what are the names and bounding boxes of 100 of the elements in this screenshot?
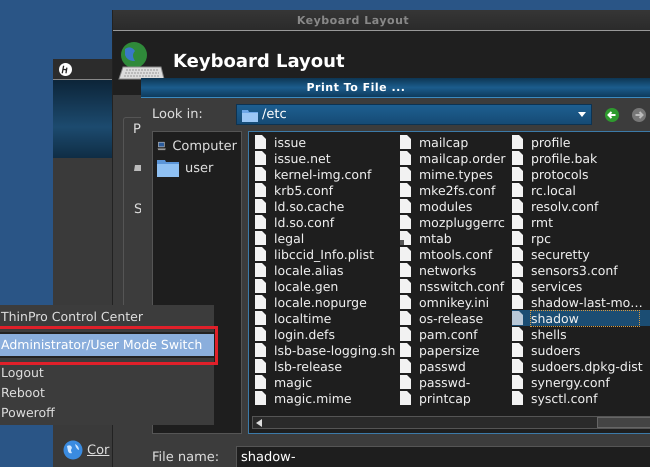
file-item[interactable]: papersize bbox=[400, 342, 512, 358]
file-icon bbox=[255, 327, 266, 341]
file-item[interactable]: magic bbox=[255, 374, 400, 390]
file-icon bbox=[255, 151, 266, 165]
file-item[interactable]: ld.so.cache bbox=[255, 198, 400, 214]
file-item[interactable]: os-release bbox=[400, 310, 512, 326]
file-item[interactable]: securetty bbox=[512, 246, 650, 262]
back-arrow-icon[interactable] bbox=[605, 108, 619, 122]
file-icon bbox=[255, 375, 266, 389]
file-item[interactable]: mozpluggerrc bbox=[400, 214, 512, 230]
file-item[interactable]: mtools.conf bbox=[400, 246, 512, 262]
file-item[interactable]: omnikey.ini bbox=[400, 294, 512, 310]
hp-logo-icon bbox=[59, 62, 72, 76]
file-item[interactable]: issue.net bbox=[255, 150, 400, 166]
file-icon bbox=[400, 359, 411, 373]
file-item[interactable]: profile.bak bbox=[512, 150, 650, 166]
file-item[interactable]: sensors3.conf bbox=[512, 262, 650, 278]
file-icon bbox=[255, 263, 266, 277]
file-item[interactable]: resolv.conf bbox=[512, 198, 650, 214]
file-item[interactable]: sudoers bbox=[512, 342, 650, 358]
file-icon bbox=[512, 279, 523, 293]
file-item[interactable]: synergy.conf bbox=[512, 374, 650, 390]
look-in-dropdown[interactable]: /etc bbox=[236, 104, 592, 125]
file-item[interactable]: krb5.conf bbox=[255, 182, 400, 198]
file-icon bbox=[400, 375, 411, 389]
file-item[interactable]: sysctl.conf bbox=[512, 390, 650, 406]
file-item[interactable]: libccid_Info.plist bbox=[255, 246, 400, 262]
file-item[interactable]: shells bbox=[512, 326, 650, 342]
file-item[interactable]: rc.local bbox=[512, 182, 650, 198]
file-item[interactable]: mailcap.order bbox=[400, 150, 512, 166]
file-icon bbox=[400, 263, 411, 277]
file-item[interactable]: mime.types bbox=[400, 166, 512, 182]
file-icon bbox=[400, 343, 411, 357]
file-item[interactable]: shadow-last-mo… bbox=[512, 294, 650, 310]
file-item[interactable]: printcap bbox=[400, 390, 512, 406]
file-icon bbox=[512, 183, 523, 197]
file-icon bbox=[512, 231, 523, 245]
file-item[interactable]: localtime bbox=[255, 310, 400, 326]
file-icon bbox=[255, 247, 266, 261]
menu-item[interactable]: Poweroff bbox=[0, 403, 214, 423]
file-item[interactable]: locale.nopurge bbox=[255, 294, 400, 310]
menu-item[interactable]: Reboot bbox=[0, 383, 214, 403]
file-icon bbox=[400, 311, 411, 325]
file-item[interactable]: sudoers.dpkg-dist bbox=[512, 358, 650, 374]
file-item[interactable]: kernel-img.conf bbox=[255, 166, 400, 182]
file-item[interactable]: rmt bbox=[512, 214, 650, 230]
scroll-left-icon[interactable] bbox=[256, 418, 262, 426]
file-icon bbox=[512, 311, 523, 325]
scrollbar-thumb[interactable] bbox=[597, 417, 650, 428]
file-item[interactable]: lsb-base-logging.sh bbox=[255, 342, 400, 358]
file-icon bbox=[400, 295, 411, 309]
file-name-field[interactable]: shadow- bbox=[236, 446, 650, 467]
file-item[interactable]: mailcap bbox=[400, 134, 512, 150]
file-item[interactable]: passwd bbox=[400, 358, 512, 374]
file-item[interactable]: networks bbox=[400, 262, 512, 278]
file-icon bbox=[512, 151, 523, 165]
dialog-title: Print To File ... bbox=[306, 81, 406, 94]
file-icon bbox=[255, 183, 266, 197]
window-heading: Keyboard Layout bbox=[173, 51, 345, 72]
file-item[interactable]: rpc bbox=[512, 230, 650, 246]
menu-item[interactable]: Logout bbox=[0, 363, 214, 383]
file-item[interactable]: shadow bbox=[512, 310, 650, 326]
file-icon bbox=[512, 391, 523, 405]
file-item[interactable]: services bbox=[512, 278, 650, 294]
file-icon bbox=[255, 279, 266, 293]
file-item[interactable]: login.defs bbox=[255, 326, 400, 342]
file-icon bbox=[512, 199, 523, 213]
file-item[interactable]: passwd- bbox=[400, 374, 512, 390]
file-item[interactable]: lsb-release bbox=[255, 358, 400, 374]
file-icon bbox=[512, 135, 523, 149]
file-icon bbox=[512, 247, 523, 261]
file-item[interactable]: protocols bbox=[512, 166, 650, 182]
file-icon bbox=[255, 231, 266, 245]
file-icon bbox=[400, 391, 411, 405]
file-link-icon bbox=[400, 231, 411, 245]
file-item[interactable]: legal bbox=[255, 230, 400, 246]
horizontal-scrollbar[interactable] bbox=[252, 416, 650, 429]
place-item[interactable]: Computer bbox=[157, 135, 237, 157]
file-item[interactable]: issue bbox=[255, 134, 400, 150]
file-item[interactable]: locale.gen bbox=[255, 278, 400, 294]
file-icon bbox=[512, 215, 523, 229]
file-item[interactable]: nsswitch.conf bbox=[400, 278, 512, 294]
file-icon bbox=[255, 215, 266, 229]
file-icon bbox=[512, 359, 523, 373]
file-item[interactable]: magic.mime bbox=[255, 390, 400, 406]
file-item[interactable]: profile bbox=[512, 134, 650, 150]
globe-keyboard-icon bbox=[117, 41, 165, 81]
file-item[interactable]: ld.so.conf bbox=[255, 214, 400, 230]
file-icon bbox=[400, 183, 411, 197]
file-icon bbox=[255, 343, 266, 357]
place-item[interactable]: user bbox=[157, 157, 237, 179]
file-icon bbox=[512, 295, 523, 309]
file-item[interactable]: modules bbox=[400, 198, 512, 214]
file-icon bbox=[255, 295, 266, 309]
file-item[interactable]: mke2fs.conf bbox=[400, 182, 512, 198]
control-link[interactable]: Cor bbox=[87, 442, 110, 458]
file-item[interactable]: pam.conf bbox=[400, 326, 512, 342]
file-item[interactable]: mtab bbox=[400, 230, 512, 246]
file-item[interactable]: locale.alias bbox=[255, 262, 400, 278]
menu-item[interactable]: ThinPro Control Center bbox=[0, 307, 214, 327]
